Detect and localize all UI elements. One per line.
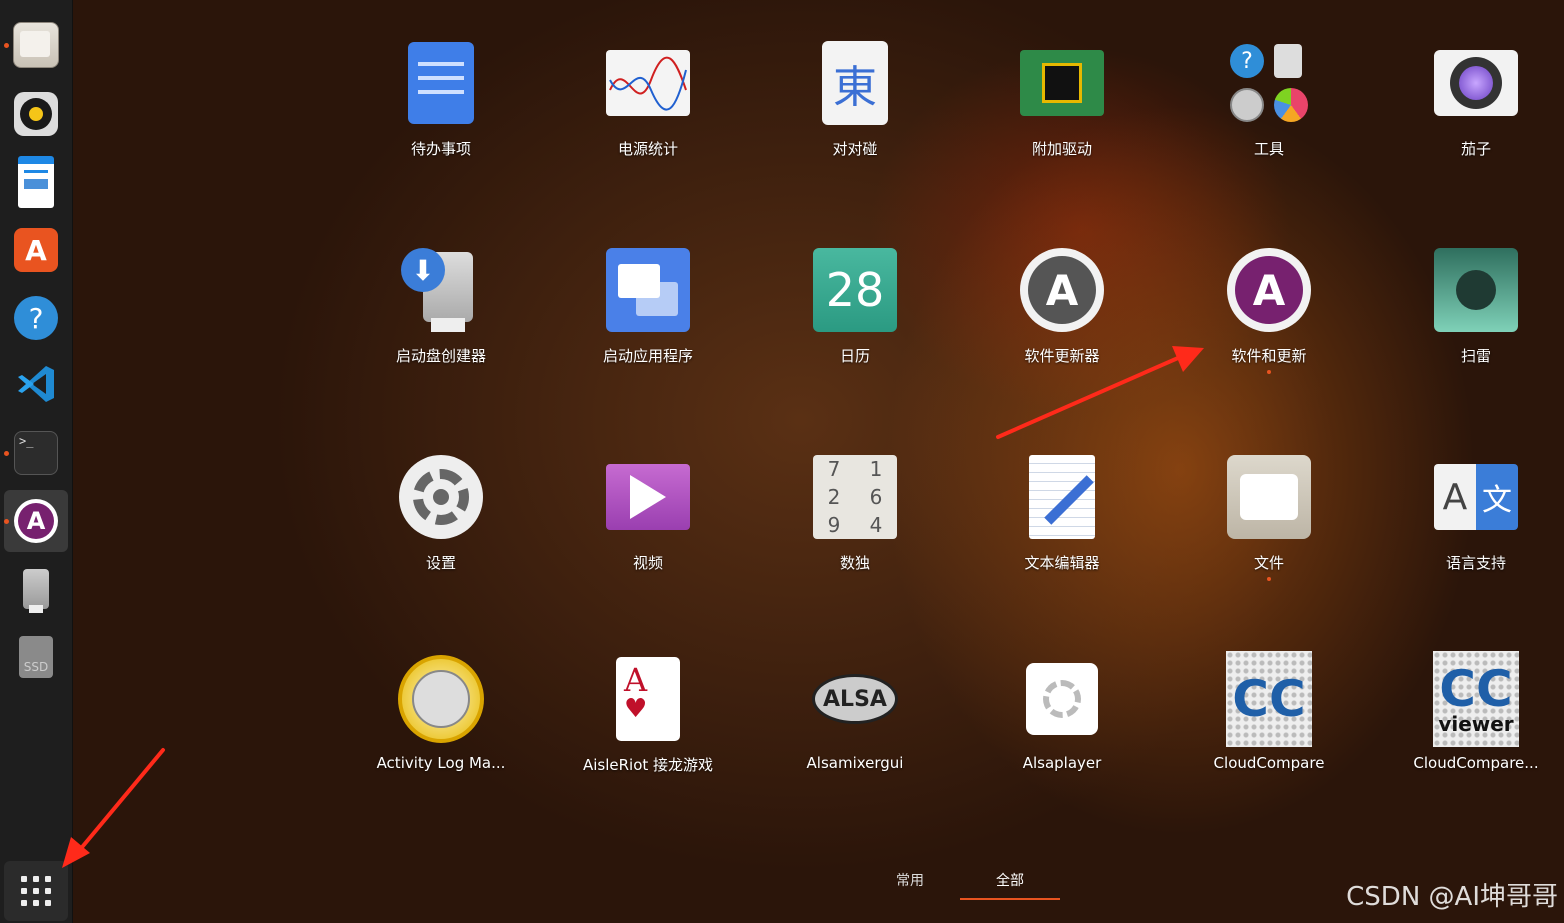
annotation-arrows — [62, 346, 1204, 868]
arrow-to-software-updates — [996, 356, 1180, 439]
arrow-to-show-apps — [76, 748, 165, 854]
